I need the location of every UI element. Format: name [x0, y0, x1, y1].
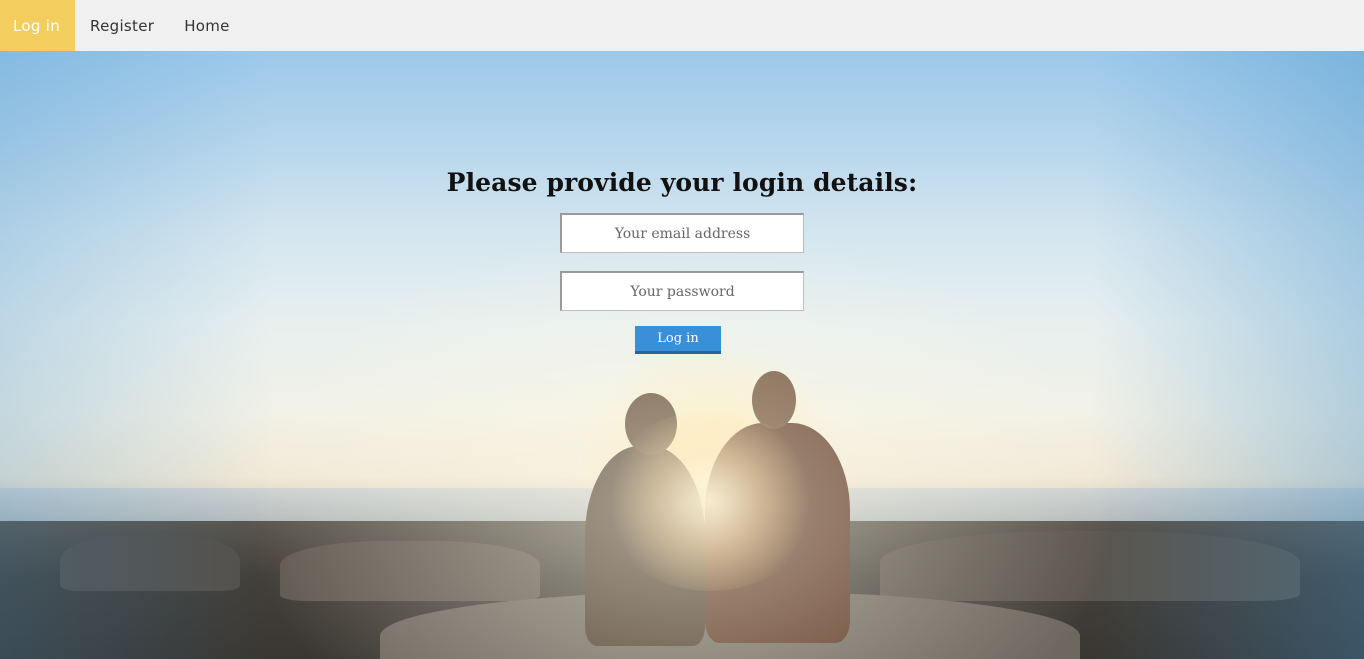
hero-background-image	[0, 51, 1364, 659]
password-field[interactable]	[560, 271, 804, 311]
login-button[interactable]: Log in	[635, 326, 721, 354]
nav-home-link[interactable]: Home	[169, 0, 245, 51]
nav-register-link[interactable]: Register	[75, 0, 169, 51]
sky-vignette	[0, 51, 1364, 659]
login-form: Please provide your login details: Log i…	[0, 168, 1364, 354]
nav-login-link[interactable]: Log in	[0, 0, 76, 51]
email-field[interactable]	[560, 213, 804, 253]
top-navbar: Log in Register Home	[0, 0, 1364, 51]
login-title: Please provide your login details:	[446, 168, 918, 197]
